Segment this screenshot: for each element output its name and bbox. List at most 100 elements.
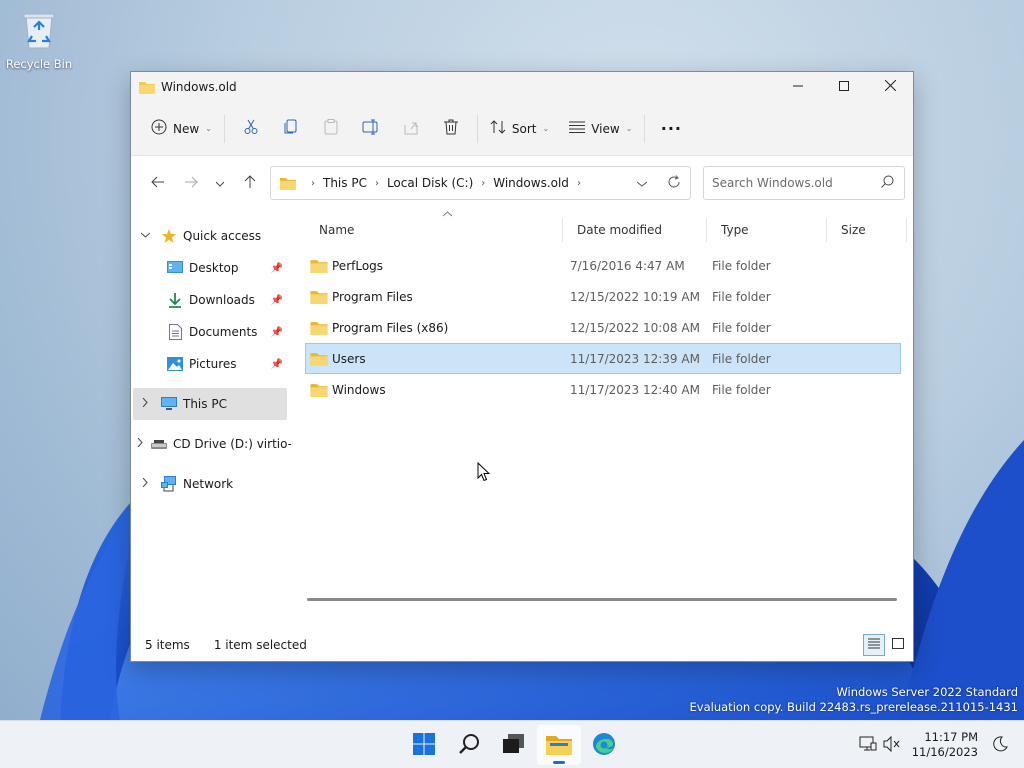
arrow-right-icon [184, 176, 198, 191]
chevron-right-icon[interactable] [137, 437, 143, 450]
taskbar: 11:17 PM 11/16/2023 [0, 720, 1024, 768]
column-date-modified[interactable]: Date modified [563, 218, 707, 242]
nav-cd-drive[interactable]: CD Drive (D:) virtio-win [131, 428, 291, 460]
sort-ascending-icon [442, 210, 453, 220]
chevron-right-icon[interactable] [137, 397, 153, 410]
file-name: Windows [332, 382, 386, 397]
delete-button[interactable] [431, 113, 471, 145]
breadcrumb-separator-icon: › [576, 177, 581, 189]
maximize-button[interactable] [821, 72, 867, 102]
file-name: Program Files [332, 289, 413, 304]
file-row[interactable]: Windows 11/17/2023 12:40 AM File folder [305, 374, 901, 405]
evaluation-watermark: Windows Server 2022 Standard Evaluation … [690, 685, 1018, 715]
network-tray-button[interactable] [856, 736, 880, 755]
file-date: 7/16/2016 4:47 AM [570, 258, 685, 273]
nav-this-pc[interactable]: This PC [133, 388, 287, 420]
chevron-right-icon[interactable] [137, 477, 153, 490]
breadcrumb-separator-icon: › [311, 177, 315, 189]
cut-button[interactable] [231, 113, 271, 145]
breadcrumb-local-disk[interactable]: Local Disk (C:) [387, 176, 473, 190]
file-row[interactable]: Program Files 12/15/2022 10:19 AM File fol… [305, 281, 901, 312]
nav-quick-access[interactable]: Quick access [131, 220, 291, 252]
file-date: 12/15/2022 10:08 AM [570, 320, 700, 335]
edge-taskbar-button[interactable] [582, 725, 626, 765]
nav-desktop[interactable]: Desktop 📌 [131, 252, 291, 284]
file-name-cell: PerfLogs [306, 258, 564, 273]
start-icon [413, 732, 435, 758]
recycle-bin[interactable]: Recycle Bin [4, 10, 74, 71]
nav-downloads-label: Downloads [189, 293, 255, 307]
address-history-button[interactable] [626, 168, 658, 198]
more-options-button[interactable]: ··· [651, 113, 691, 145]
refresh-icon [667, 174, 681, 192]
column-type[interactable]: Type [707, 218, 827, 242]
network-status-icon [859, 736, 877, 755]
column-name[interactable]: Name [305, 218, 563, 242]
nav-documents[interactable]: Documents 📌 [131, 316, 291, 348]
refresh-button[interactable] [658, 168, 690, 198]
task-view-button[interactable] [492, 725, 536, 765]
back-button[interactable] [141, 168, 174, 198]
item-count: 5 items [145, 638, 190, 652]
nav-downloads[interactable]: Downloads 📌 [131, 284, 291, 316]
minimize-button[interactable] [775, 72, 821, 102]
command-bar: New ⌄ Sort ⌄ View ⌄ ··· [131, 102, 913, 156]
file-name-cell: Windows [306, 382, 564, 397]
toolbar-divider [476, 114, 478, 143]
pin-icon: 📌 [270, 294, 283, 306]
file-name-cell: Program Files (x86) [306, 320, 564, 335]
recycle-bin-icon [4, 10, 74, 53]
notifications-button[interactable] [988, 735, 1012, 755]
new-button[interactable]: New ⌄ [145, 113, 218, 145]
file-row[interactable]: Users 11/17/2023 12:39 AM File folder [305, 343, 901, 374]
breadcrumb-this-pc[interactable]: This PC [323, 176, 367, 190]
window-title: Windows.old [161, 80, 237, 94]
rename-button[interactable] [351, 113, 391, 145]
taskbar-search-button[interactable] [447, 725, 491, 765]
title-bar[interactable]: Windows.old [131, 72, 913, 102]
folder-icon [310, 320, 328, 335]
sort-button[interactable]: Sort ⌄ [484, 113, 555, 145]
nav-network[interactable]: Network [131, 468, 291, 500]
file-type: File folder [712, 351, 771, 366]
desktop-icon [167, 260, 183, 276]
file-explorer-taskbar-button[interactable] [537, 725, 581, 765]
file-row[interactable]: PerfLogs 7/16/2016 4:47 AM File folder [305, 250, 901, 281]
nav-pictures[interactable]: Pictures 📌 [131, 348, 291, 380]
computer-icon [161, 396, 177, 412]
address-bar[interactable]: › This PC › Local Disk (C:) › Windows.ol… [270, 166, 691, 200]
column-size[interactable]: Size [827, 218, 907, 242]
sort-label: Sort [511, 121, 537, 136]
close-button[interactable] [867, 72, 913, 102]
content-area: Quick access Desktop 📌 Downloads 📌 Docum… [131, 210, 913, 629]
file-date: 11/17/2023 12:40 AM [570, 382, 700, 397]
search-box[interactable] [703, 166, 905, 200]
volume-tray-button[interactable] [880, 735, 904, 755]
file-name-cell: Users [306, 351, 564, 366]
start-button[interactable] [402, 725, 446, 765]
chevron-down-icon: ⌄ [205, 124, 212, 133]
recent-locations-button[interactable] [207, 168, 233, 198]
minimize-icon [793, 80, 803, 94]
paste-button[interactable] [311, 113, 351, 145]
navigation-pane: Quick access Desktop 📌 Downloads 📌 Docum… [131, 210, 291, 629]
file-row[interactable]: Program Files (x86) 12/15/2022 10:08 AM Fi… [305, 312, 901, 343]
large-icons-view-button[interactable] [887, 634, 909, 656]
sort-icon [490, 119, 506, 138]
details-view-button[interactable] [863, 634, 885, 656]
rename-icon [362, 119, 380, 138]
search-input[interactable] [712, 176, 881, 190]
nav-documents-label: Documents [189, 325, 258, 339]
share-button[interactable] [391, 113, 431, 145]
file-name: Users [332, 351, 366, 366]
copy-button[interactable] [271, 113, 311, 145]
network-icon [161, 476, 177, 492]
nav-network-label: Network [183, 477, 234, 491]
chevron-down-icon[interactable] [137, 231, 153, 241]
up-button[interactable] [233, 168, 266, 198]
horizontal-scrollbar[interactable] [307, 598, 897, 601]
breadcrumb-windows-old[interactable]: Windows.old [493, 176, 569, 190]
forward-button[interactable] [174, 168, 207, 198]
view-button[interactable]: View ⌄ [563, 113, 638, 145]
clock[interactable]: 11:17 PM 11/16/2023 [912, 730, 978, 760]
